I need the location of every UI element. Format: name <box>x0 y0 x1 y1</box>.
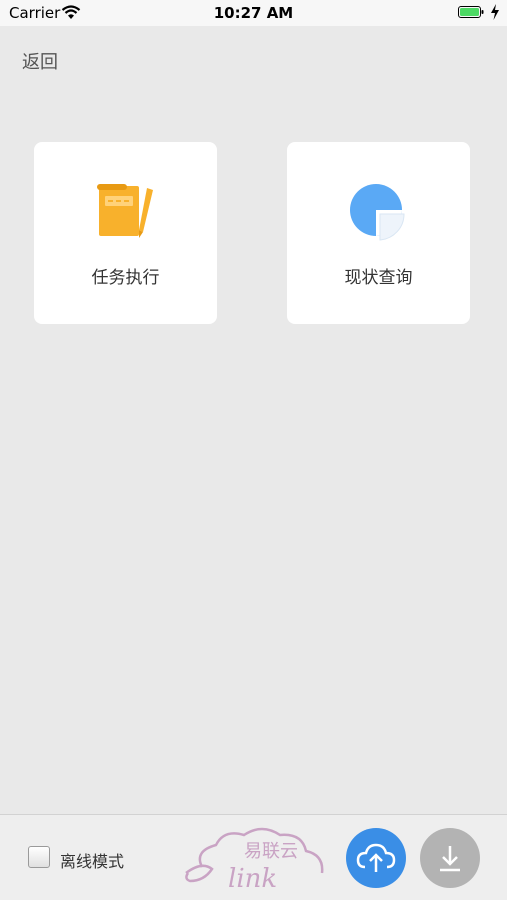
task-execution-label: 任务执行 <box>91 268 160 288</box>
status-bar: Carrier 10:27 AM <box>0 0 507 26</box>
download-icon <box>440 846 460 872</box>
svg-text:link: link <box>228 864 277 893</box>
pie-chart-icon <box>350 184 405 241</box>
status-query-tile[interactable]: 现状查询 <box>287 142 470 324</box>
clock: 10:27 AM <box>213 4 294 22</box>
svg-text:易联云: 易联云 <box>244 841 298 862</box>
back-button[interactable]: 返回 <box>22 48 58 74</box>
bottom-toolbar: 离线模式 易联云 link <box>0 814 507 900</box>
notebook-pencil-icon <box>97 184 153 238</box>
download-button[interactable] <box>420 828 480 888</box>
status-query-label: 现状查询 <box>344 268 413 288</box>
cloud-upload-button[interactable] <box>346 828 406 888</box>
offline-mode-label: 离线模式 <box>60 852 125 871</box>
task-execution-tile[interactable]: 任务执行 <box>34 142 217 324</box>
screen: Carrier 10:27 AM 返回 任务执行 现状查询 离线模式 易联云 l… <box>0 0 507 900</box>
cloud-upload-icon <box>356 843 396 872</box>
charging-bolt-icon <box>491 4 499 20</box>
offline-mode-checkbox[interactable] <box>28 846 50 868</box>
elink-cloud-logo: 易联云 link <box>185 827 324 893</box>
battery-icon <box>458 6 484 18</box>
